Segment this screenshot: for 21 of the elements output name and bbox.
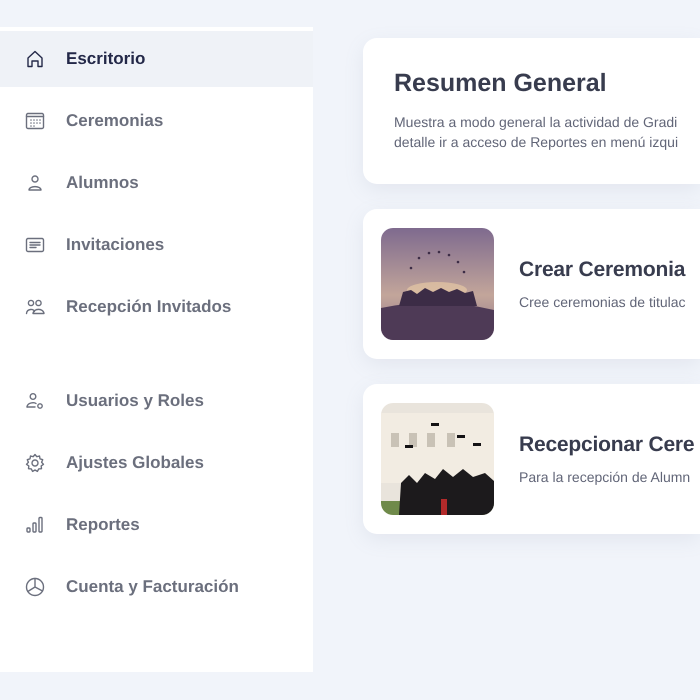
- calendar-icon: [24, 110, 46, 132]
- gear-icon: [24, 452, 46, 474]
- sidebar-item[interactable]: Cuenta y Facturación: [0, 559, 313, 615]
- action-description: Cree ceremonias de titulac: [519, 294, 686, 310]
- sidebar-item[interactable]: Reportes: [0, 497, 313, 553]
- sidebar-item[interactable]: Alumnos: [0, 155, 313, 211]
- summary-text: Muestra a modo general la actividad de Gradi detalle ir a acceso de Reportes en menú izqui: [394, 113, 680, 152]
- card-title: Resumen General: [394, 69, 608, 98]
- sidebar-item[interactable]: Ajustes Globales: [0, 435, 313, 491]
- sidebar-item[interactable]: Ceremonias: [0, 93, 313, 149]
- pie-chart-icon: [24, 576, 46, 598]
- sidebar-item[interactable]: Invitaciones: [0, 217, 313, 273]
- sidebar-item[interactable]: Recepción Invitados: [0, 279, 313, 335]
- sidebar-item[interactable]: Usuarios y Roles: [0, 373, 313, 429]
- action-description: Para la recepción de Alumn: [519, 469, 692, 485]
- action-card[interactable]: Recepcionar Cere Para la recepción de Alumn: [363, 384, 700, 534]
- sidebar-item[interactable]: Escritorio: [0, 31, 313, 87]
- action-card[interactable]: Crear Ceremonia Cree ceremonias de titulac: [363, 209, 700, 359]
- action-title: Recepcionar Cere: [519, 433, 694, 457]
- user-gear-icon: [24, 390, 46, 412]
- action-title: Crear Ceremonia: [519, 258, 686, 282]
